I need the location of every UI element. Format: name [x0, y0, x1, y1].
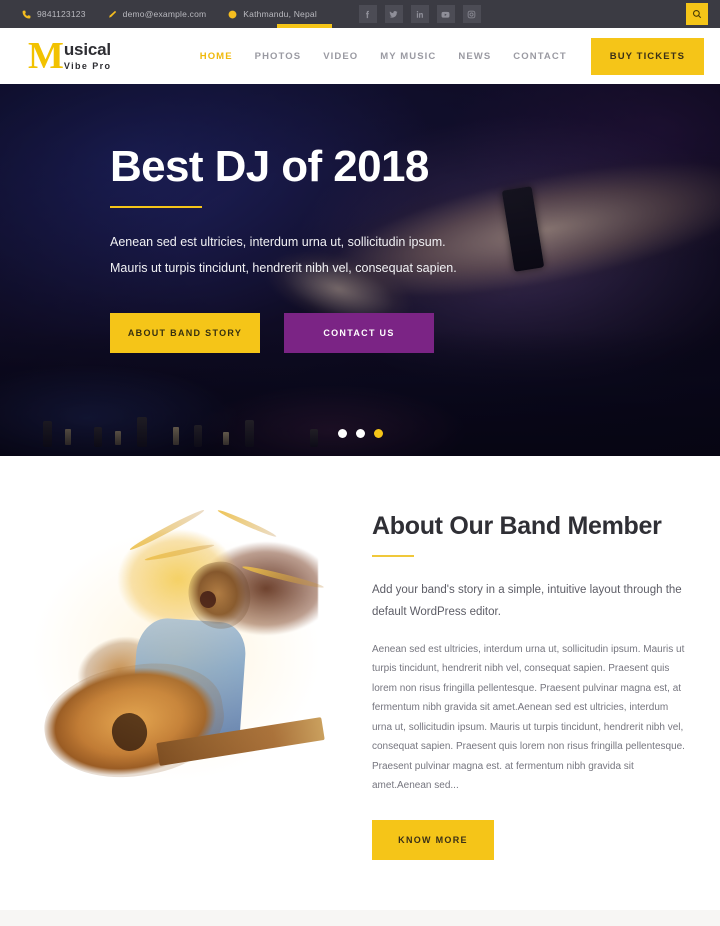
singer-illustration — [28, 504, 350, 794]
search-icon — [692, 9, 702, 19]
about-lead-text: Add your band's story in a simple, intui… — [372, 584, 682, 619]
logo-sub-text: Vibe Pro — [63, 61, 112, 71]
twitter-icon[interactable] — [384, 5, 403, 23]
contact-us-button[interactable]: CONTACT US — [284, 313, 434, 354]
facebook-icon[interactable] — [358, 5, 377, 23]
hero-slider: Best DJ of 2018 Aenean sed est ultricies… — [0, 84, 720, 456]
phone-icon — [22, 10, 31, 19]
top-bar: 9841123123 demo@example.com Kathmandu, N… — [0, 0, 720, 28]
pencil-icon — [108, 10, 117, 19]
youtube-icon[interactable] — [436, 5, 455, 23]
about-image — [28, 504, 350, 794]
search-button[interactable] — [686, 3, 708, 25]
map-pin-icon — [228, 10, 237, 19]
logo-initial: M — [28, 34, 64, 77]
logo-main-text: usical — [63, 40, 111, 59]
singer-glow — [28, 504, 350, 794]
nav-item-news[interactable]: NEWS — [458, 51, 491, 62]
instagram-icon[interactable] — [462, 5, 481, 23]
about-title: About Our Band Member — [372, 512, 662, 540]
about-body-text: Aenean sed est ultricies, interdum urna … — [372, 643, 685, 792]
know-more-button[interactable]: KNOW MORE — [372, 819, 494, 860]
contact-phone[interactable]: 9841123123 — [22, 9, 86, 19]
nav-item-video[interactable]: VIDEO — [323, 51, 358, 62]
logo-wordmark: usical Vibe Pro — [64, 41, 112, 71]
slider-dot-2[interactable] — [355, 429, 365, 438]
site-logo[interactable]: M usical Vibe Pro — [28, 34, 112, 77]
hero-buttons: ABOUT BAND STORY CONTACT US — [110, 313, 457, 354]
linkedin-icon[interactable] — [410, 5, 429, 23]
location-text: Kathmandu, Nepal — [243, 9, 317, 19]
hero-title-underline — [110, 206, 202, 209]
slider-dot-1[interactable] — [337, 429, 347, 438]
contact-email[interactable]: demo@example.com — [108, 9, 207, 19]
slider-pagination — [0, 429, 720, 438]
about-text-column: About Our Band Member Add your band's st… — [372, 504, 688, 860]
hero-subtitle-line-2: Mauris ut turpis tincidunt, hendrerit ni… — [110, 260, 457, 275]
nav-item-photos[interactable]: PHOTOS — [255, 51, 302, 62]
about-title-underline — [372, 555, 414, 557]
slider-dot-3[interactable] — [373, 429, 383, 438]
email-text: demo@example.com — [122, 9, 207, 19]
about-section: About Our Band Member Add your band's st… — [0, 456, 720, 910]
about-band-story-button[interactable]: ABOUT BAND STORY — [110, 313, 260, 354]
nav-item-my-music[interactable]: MY MUSIC — [380, 51, 436, 62]
nav-item-home[interactable]: HOME — [200, 51, 233, 62]
main-navigation: HOME PHOTOS VIDEO MY MUSIC NEWS CONTACT — [200, 51, 567, 62]
contact-location[interactable]: Kathmandu, Nepal — [228, 9, 317, 19]
social-links — [358, 5, 481, 23]
hero-content: Best DJ of 2018 Aenean sed est ultricies… — [110, 142, 457, 354]
nav-item-contact[interactable]: CONTACT — [513, 51, 566, 62]
blog-section: Articles from our Blog — [0, 909, 720, 926]
site-header: M usical Vibe Pro HOME PHOTOS VIDEO MY M… — [0, 28, 720, 84]
phone-text: 9841123123 — [37, 9, 86, 19]
hero-subtitle-line-1: Aenean sed est ultricies, interdum urna … — [110, 235, 446, 250]
hero-title: Best DJ of 2018 — [110, 142, 429, 191]
buy-tickets-button[interactable]: BUY TICKETS — [590, 37, 704, 75]
